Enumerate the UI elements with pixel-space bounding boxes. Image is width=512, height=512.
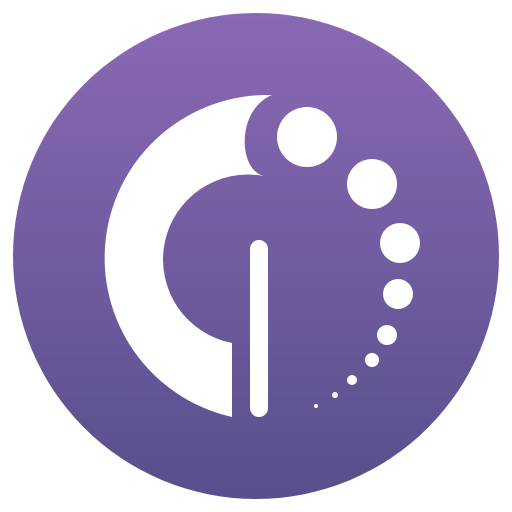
logo-dot	[277, 107, 337, 167]
logo-dot	[365, 353, 379, 367]
logo-dot	[347, 375, 357, 385]
logo-dot	[380, 223, 420, 263]
logo-stem-bar	[250, 240, 268, 417]
app-logo-icon	[13, 13, 499, 499]
logo-dot	[377, 325, 397, 345]
logo-dot	[332, 392, 338, 398]
logo-dot	[314, 404, 318, 408]
logo-dot	[383, 279, 413, 309]
logo-dot	[347, 159, 397, 209]
